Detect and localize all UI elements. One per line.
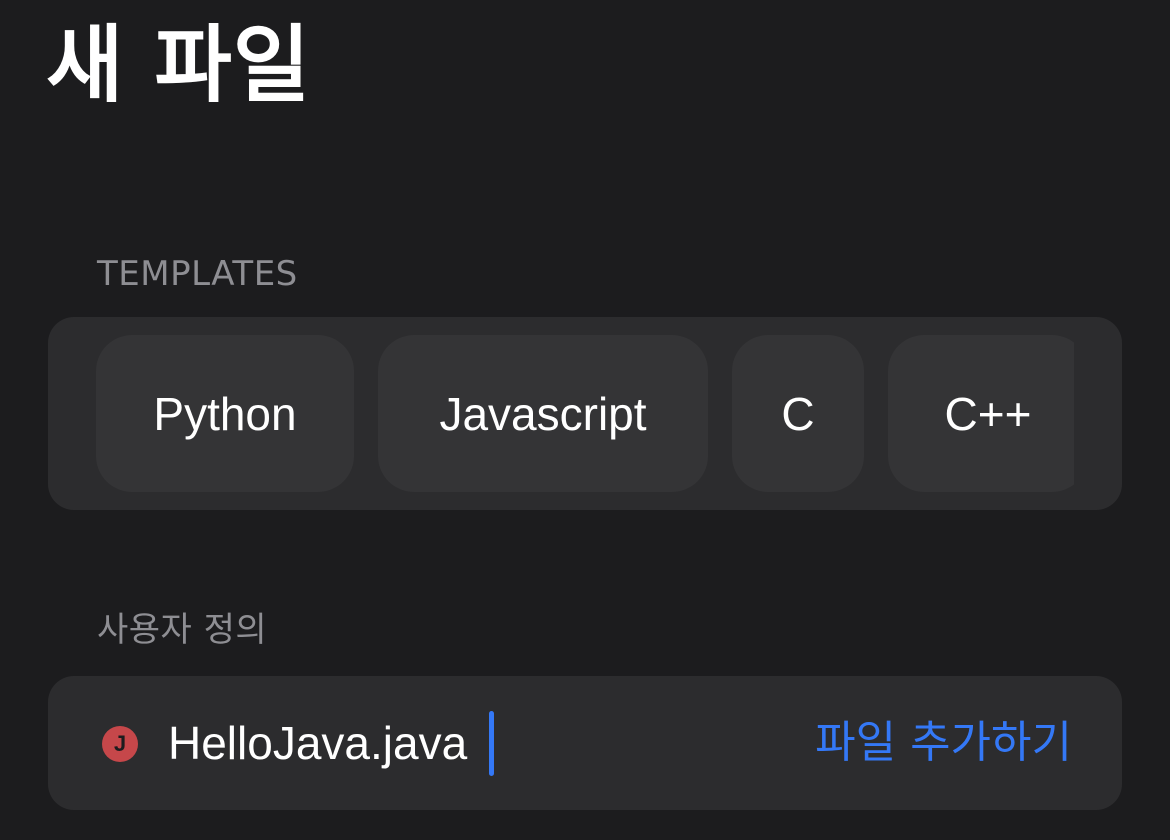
java-file-icon: J bbox=[102, 726, 138, 762]
template-c-button[interactable]: C bbox=[732, 335, 864, 492]
custom-file-card: J 파일 추가하기 bbox=[48, 676, 1122, 810]
add-file-button[interactable]: 파일 추가하기 bbox=[815, 712, 1072, 774]
template-cpp-button[interactable]: C++ bbox=[888, 335, 1074, 492]
text-cursor bbox=[489, 711, 494, 776]
template-python-button[interactable]: Python bbox=[96, 335, 354, 492]
filename-input[interactable] bbox=[168, 708, 728, 778]
templates-section-label: TEMPLATES bbox=[97, 254, 298, 294]
template-javascript-button[interactable]: Javascript bbox=[378, 335, 708, 492]
custom-section-label: 사용자 정의 bbox=[97, 610, 268, 650]
templates-card: Python Javascript C C++ bbox=[48, 317, 1122, 510]
page-title: 새 파일 bbox=[46, 16, 312, 114]
templates-scroll-row[interactable]: Python Javascript C C++ bbox=[96, 335, 1074, 492]
